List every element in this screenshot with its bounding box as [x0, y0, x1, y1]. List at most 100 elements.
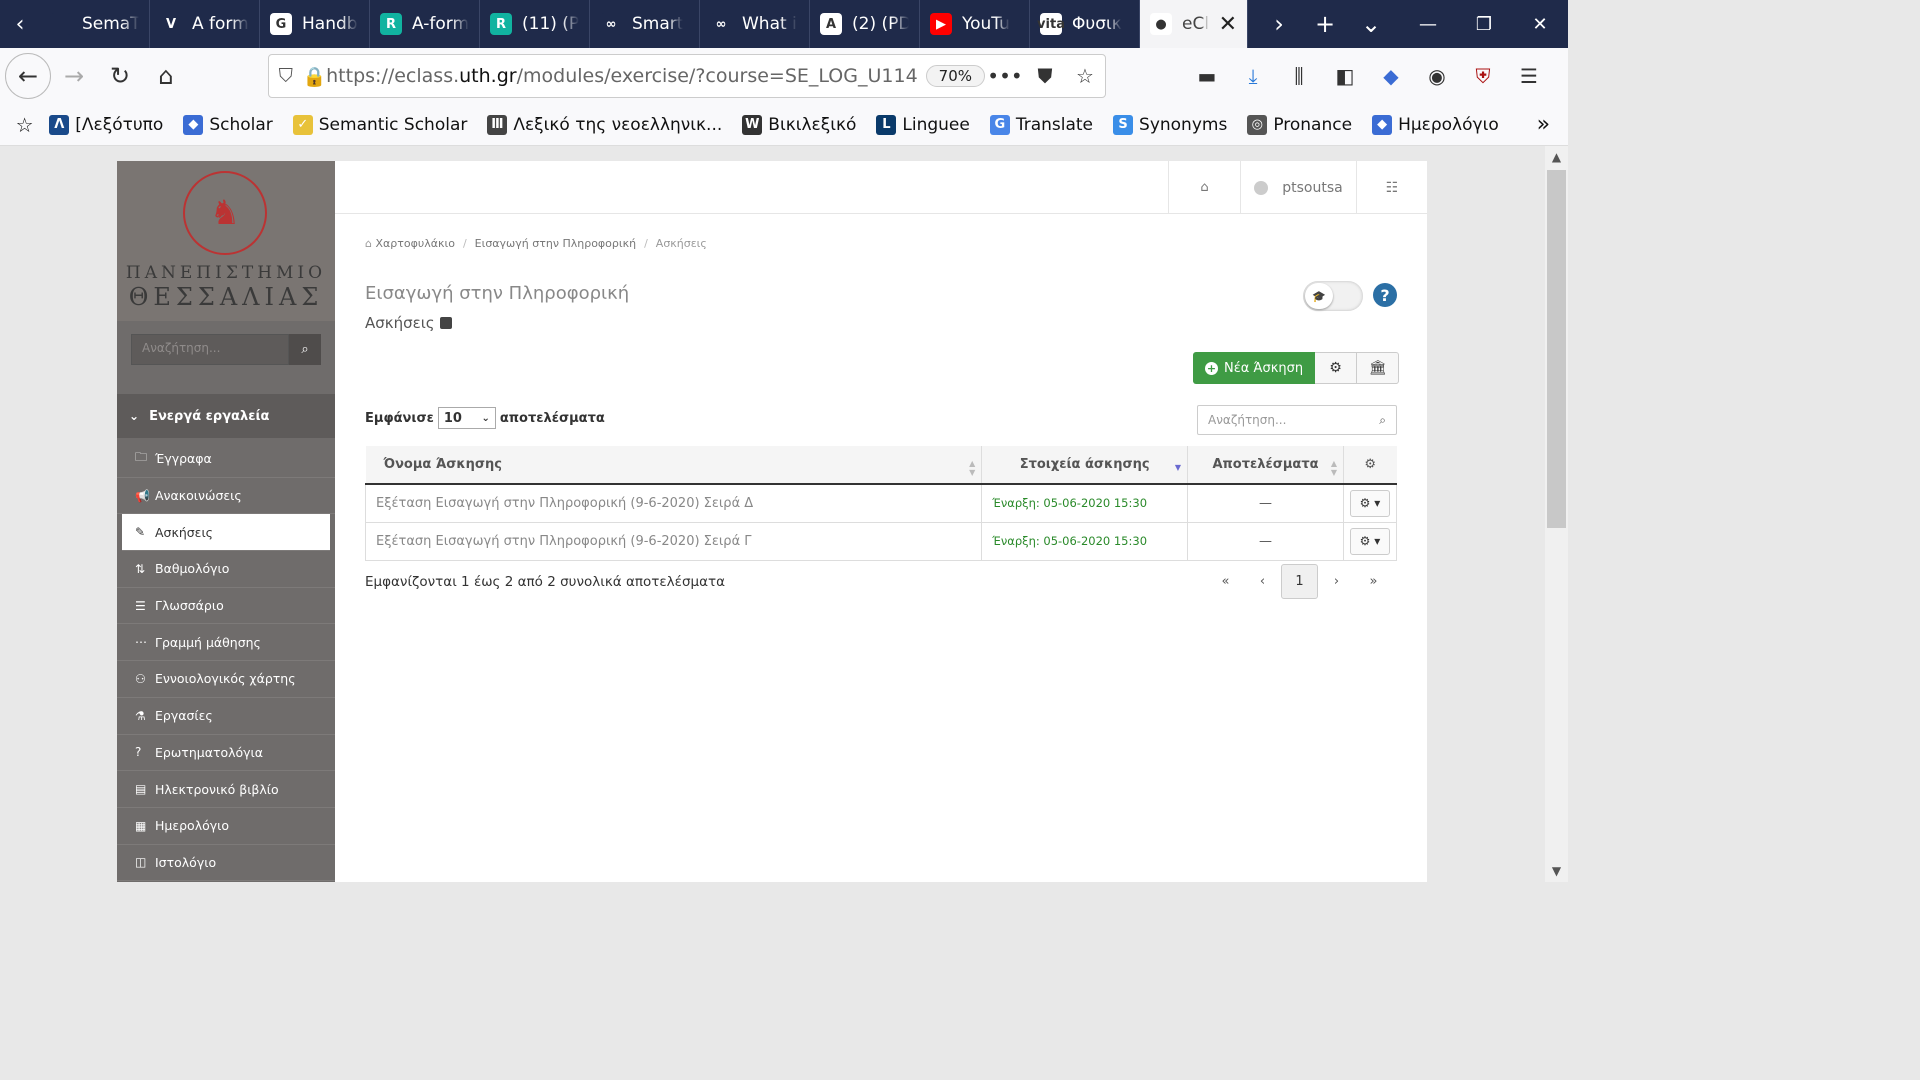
pagination-item[interactable]: 1 [1281, 564, 1318, 599]
exercise-name-link[interactable]: Εξέταση Εισαγωγή στην Πληροφορική (9-6-2… [364, 484, 983, 523]
bookmark-star-icon[interactable]: ☆ [1065, 64, 1105, 88]
pagination-item[interactable]: ‹ [1244, 564, 1281, 599]
question-pool-icon[interactable]: ⚙ [1315, 352, 1358, 384]
browser-tab[interactable]: A (2) (PD [810, 0, 920, 48]
reload-button[interactable]: ↻ [97, 53, 143, 99]
tabs-scroll-right-button[interactable]: › [1256, 10, 1302, 38]
lock-icon[interactable]: 🔒 [302, 65, 326, 88]
browser-tab[interactable]: G Handb [260, 0, 370, 48]
browser-tab[interactable]: ▶ YouTu [920, 0, 1030, 48]
sidebar-item[interactable]: ▦ Ημερολόγιο [117, 808, 335, 845]
pagination-item[interactable]: › [1318, 564, 1355, 599]
sidebar-item[interactable]: ⚗ Εργασίες [117, 698, 335, 735]
row-options: ⚙ ▾ [1343, 484, 1398, 523]
sidebar-item[interactable]: ✎ Ασκήσεις [122, 514, 330, 552]
back-button[interactable]: ← [5, 53, 51, 99]
browser-tab[interactable]: R A-form [370, 0, 480, 48]
bookmarks-overflow-icon[interactable]: » [1519, 112, 1568, 137]
sidebar-toggle-icon[interactable]: ◧ [1322, 64, 1368, 88]
sidebar-item[interactable]: ⚇ Εννοιολογικός χάρτης [117, 661, 335, 698]
close-tab-icon[interactable]: ✕ [1219, 12, 1237, 37]
minimize-window-button[interactable]: — [1400, 14, 1456, 35]
user-menu[interactable]: ptsoutsa [1240, 161, 1356, 214]
forward-button[interactable]: → [51, 53, 97, 99]
table-row: Εξέταση Εισαγωγή στην Πληροφορική (9-6-2… [364, 484, 1398, 523]
browser-tab[interactable]: R (11) (P [480, 0, 590, 48]
collapse-icon[interactable] [439, 317, 452, 329]
active-tools-header[interactable]: ⌄ Ενεργά εργαλεία [117, 394, 335, 438]
favicon-icon: ∞ [600, 13, 622, 35]
breadcrumb-course[interactable]: Εισαγωγή στην Πληροφορική [475, 237, 636, 250]
gear-dropdown-icon[interactable]: ⚙ ▾ [1349, 489, 1390, 517]
browser-tab[interactable]: ∞ Smart [590, 0, 700, 48]
menu-icon[interactable]: ☰ [1506, 64, 1552, 88]
column-header-results[interactable]: Αποτελέσματα ▲ ▼ [1187, 446, 1344, 485]
library-icon[interactable]: ⫼ [1276, 64, 1322, 88]
tracking-protection-icon[interactable]: ⛉ [269, 65, 302, 87]
table-search-input[interactable]: Αναζήτηση... ⌕ [1197, 405, 1397, 435]
exercise-name-link[interactable]: Εξέταση Εισαγωγή στην Πληροφορική (9-6-2… [364, 522, 983, 561]
pocket-icon[interactable]: ⛊ [1025, 64, 1065, 88]
new-tab-button[interactable]: + [1302, 10, 1348, 38]
university-logo[interactable]: ♞ ΠΑΝΕΠΙΣΤΗΜΙΟ ΘΕΣΣΑΛΙΑΣ [117, 161, 335, 321]
bookmark-item[interactable]: W Βικιλεξικό [742, 114, 856, 135]
sidebar-item[interactable]: 🗀 Έγγραφα [117, 441, 335, 478]
bookmark-item[interactable]: G Translate [989, 114, 1093, 135]
extension-icon[interactable]: ▬ [1184, 64, 1230, 88]
browser-tab[interactable]: vita Φυσικ [1030, 0, 1140, 48]
gear-dropdown-icon[interactable]: ⚙ ▾ [1349, 527, 1390, 555]
browser-tab[interactable]: SemaT [40, 0, 150, 48]
pagination-item[interactable]: » [1355, 564, 1392, 599]
bookmark-item[interactable]: ◆ Scholar [183, 114, 273, 135]
bookmark-favicon-icon: L [876, 114, 897, 135]
bookmarks-star-icon[interactable]: ☆ [0, 113, 49, 137]
bookmark-item[interactable]: ✓ Semantic Scholar [292, 114, 467, 135]
page-size-select[interactable]: 10 ⌄ [437, 407, 496, 429]
home-icon[interactable]: ⌂ [1168, 161, 1240, 214]
pagination-item[interactable]: « [1207, 564, 1244, 599]
search-icon[interactable]: ⌕ [289, 334, 321, 365]
student-view-toggle[interactable]: 🎓 [1303, 281, 1363, 311]
bookmark-item[interactable]: ◆ Ημερολόγιο [1372, 114, 1499, 135]
sidebar-item[interactable]: ⋯ Γραμμή μάθησης [117, 624, 335, 662]
address-bar[interactable]: ⛉ 🔒 https://eclass.uth.gr/modules/exerci… [268, 54, 1106, 98]
sidebar-item[interactable]: ▤ Ηλεκτρονικό βιβλίο [117, 771, 335, 808]
breadcrumb-portfolio[interactable]: Χαρτοφυλάκιο [375, 237, 454, 250]
bookmark-item[interactable]: S Synonyms [1113, 114, 1227, 135]
browser-tab[interactable]: V A form [150, 0, 260, 48]
bookmark-item[interactable]: ◎ Pronance [1247, 114, 1352, 135]
bookmark-item[interactable]: L Linguee [876, 114, 970, 135]
settings-sliders-icon[interactable]: ☷ [1356, 161, 1427, 214]
browser-tab[interactable]: ● eCl ✕ [1140, 0, 1248, 48]
scholar-extension-icon[interactable]: ◆ [1368, 64, 1414, 88]
sidebar-item[interactable]: ? Ερωτηματολόγια [117, 735, 335, 772]
bookmark-item[interactable]: Λ [Λεξότυπο [49, 114, 163, 135]
sidebar-item[interactable]: 📢 Ανακοινώσεις [117, 478, 335, 515]
maximize-window-button[interactable]: ❐ [1456, 14, 1512, 35]
sidebar-search-input[interactable]: Αναζήτηση... [131, 334, 289, 365]
sidebar-item[interactable]: ◫ Ιστολόγιο [117, 845, 335, 882]
help-icon[interactable]: ? [1373, 283, 1397, 307]
tool-icon: ? [135, 745, 142, 760]
account-icon[interactable]: ◉ [1414, 64, 1460, 88]
home-button[interactable]: ⌂ [143, 53, 189, 99]
column-header-details[interactable]: Στοιχεία άσκησης ▼ [981, 446, 1189, 485]
question-bank-icon[interactable]: 🏛 [1357, 352, 1400, 384]
url-text[interactable]: https://eclass.uth.gr/modules/exercise/?… [326, 65, 918, 87]
sidebar-item[interactable]: ☰ Γλωσσάριο [117, 588, 335, 625]
scrollbar-thumb[interactable] [1547, 170, 1566, 528]
list-all-tabs-icon[interactable]: ⌄ [1348, 10, 1394, 38]
zoom-level-badge[interactable]: 70% [925, 65, 985, 87]
page-actions-icon[interactable]: ••• [985, 64, 1025, 88]
ublock-icon[interactable]: ⛨ [1460, 64, 1506, 88]
bookmark-item[interactable]: Ⅲ Λεξικό της νεοελληνικ... [487, 114, 722, 135]
page-scrollbar[interactable]: ▲ ▼ [1545, 146, 1568, 882]
bookmark-favicon-icon: W [742, 114, 763, 135]
sidebar-item[interactable]: ⇅ Βαθμολόγιο [117, 551, 335, 588]
column-header-name[interactable]: Όνομα Άσκησης ▲ ▼ [365, 446, 983, 485]
close-window-button[interactable]: ✕ [1512, 14, 1568, 35]
browser-tab[interactable]: ∞ What i [700, 0, 810, 48]
tabs-scroll-left-button[interactable]: ‹ [0, 0, 40, 48]
new-exercise-button[interactable]: + Νέα Άσκηση [1193, 352, 1316, 384]
downloads-icon[interactable]: ⤓ [1230, 64, 1276, 88]
